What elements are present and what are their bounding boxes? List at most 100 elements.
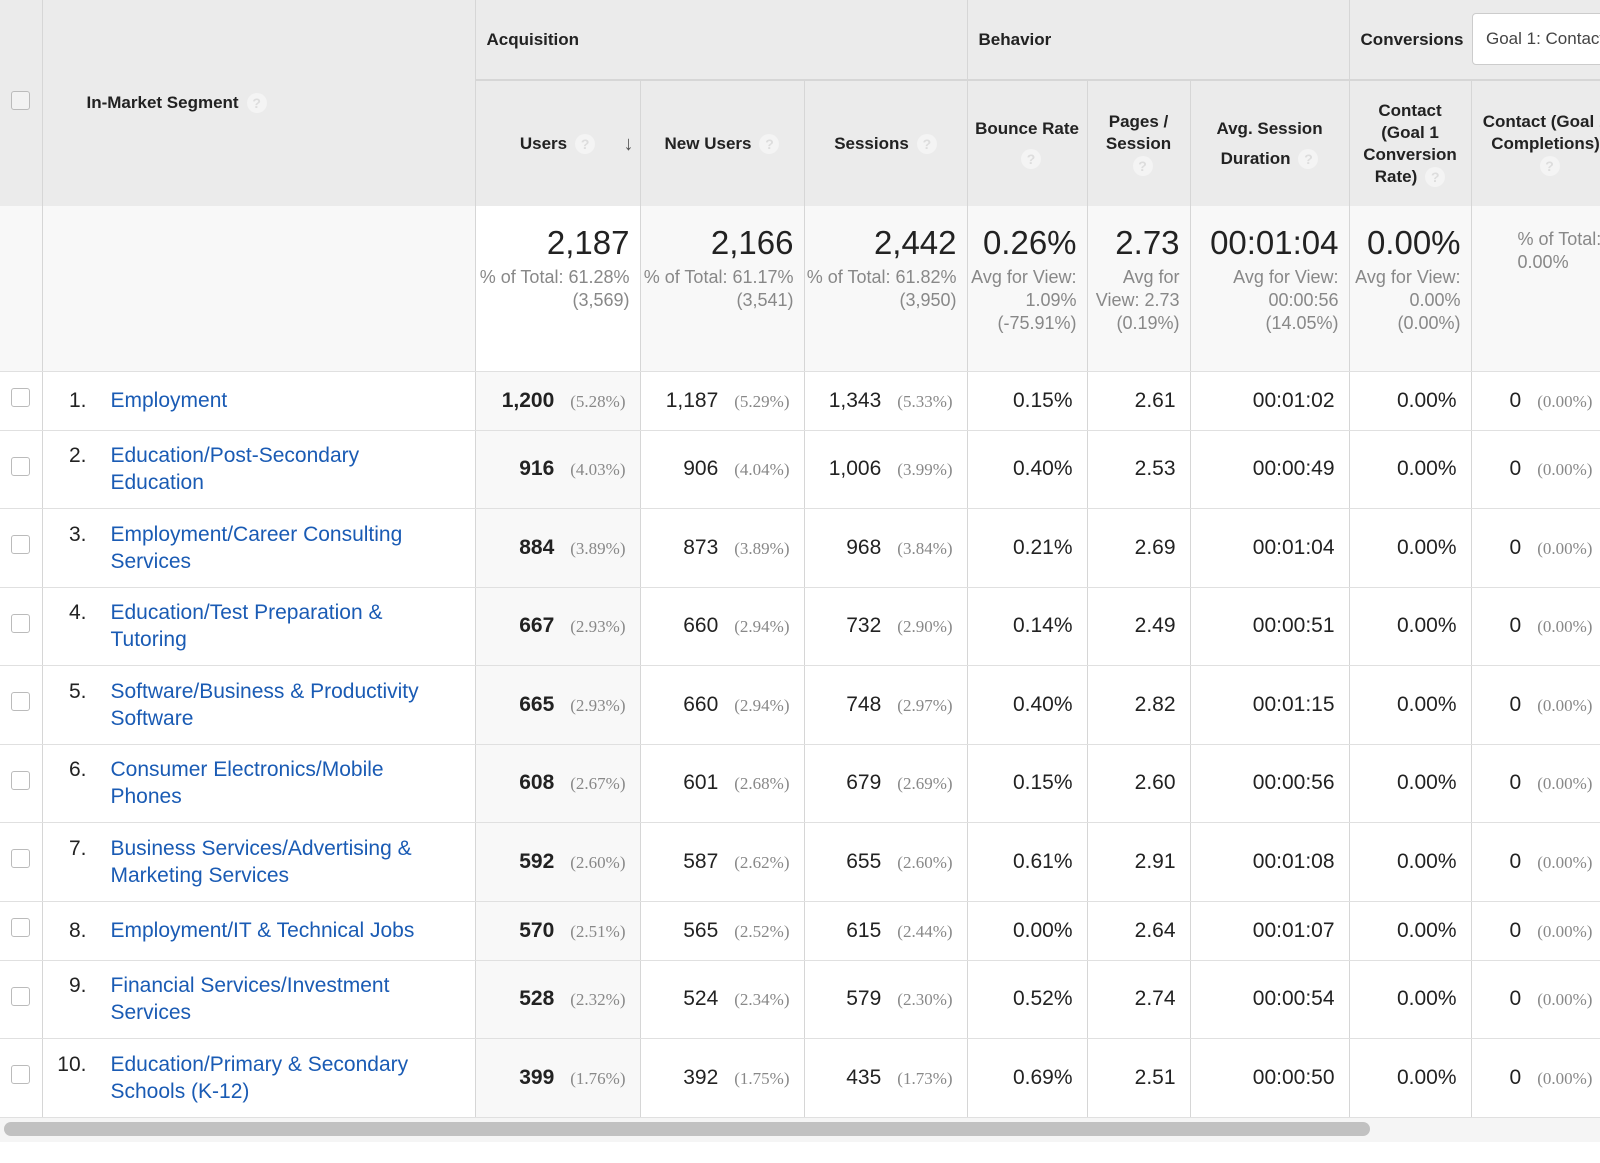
bounce-rate-value: 0.15% xyxy=(967,371,1088,431)
completions-value: 0 xyxy=(1509,457,1522,481)
report-table: In-Market Segment? Acquisition Behavior … xyxy=(0,0,1600,1118)
completions-value: 0 xyxy=(1509,388,1522,412)
row-checkbox[interactable] xyxy=(11,1065,31,1085)
total-completions: % of Total: 0.00% xyxy=(1517,229,1600,272)
segment-link[interactable]: Employment xyxy=(111,387,451,414)
col-conversion-rate[interactable]: Contact (Goal 1 Conversion Rate)? xyxy=(1349,80,1472,206)
table-row: 9. Financial Services/Investment Services… xyxy=(0,960,1600,1039)
sessions-value: 435 xyxy=(846,1065,882,1089)
row-checkbox[interactable] xyxy=(11,388,31,407)
users-value: 570 xyxy=(519,918,555,942)
scrollbar-thumb[interactable] xyxy=(4,1122,1370,1136)
pages-session-value: 2.51 xyxy=(1087,1038,1191,1118)
sessions-value: 579 xyxy=(846,987,882,1011)
goal-selector[interactable]: Goal 1: Contact xyxy=(1472,13,1600,65)
segment-link[interactable]: Software/Business & Productivity Softwar… xyxy=(111,678,451,732)
arrow-down-icon: ↓ xyxy=(623,133,634,155)
row-number: 4. xyxy=(68,601,87,625)
users-value: 665 xyxy=(519,692,555,716)
help-icon[interactable]: ? xyxy=(759,134,780,155)
col-pages-session[interactable]: Pages / Session? xyxy=(1087,80,1191,206)
row-number: 5. xyxy=(68,679,87,703)
conv-rate-value: 0.00% xyxy=(1349,430,1472,509)
duration-value: 00:01:08 xyxy=(1190,822,1350,902)
total-pages: 2.73 xyxy=(1115,224,1180,261)
sessions-value: 748 xyxy=(846,692,882,716)
col-completions[interactable]: Contact (Goal 1 Completions)? xyxy=(1471,80,1600,206)
segment-link[interactable]: Employment/IT & Technical Jobs xyxy=(111,917,451,944)
pages-session-value: 2.53 xyxy=(1087,430,1191,509)
sessions-value: 968 xyxy=(846,535,882,559)
col-bounce-rate[interactable]: Bounce Rate? xyxy=(967,80,1088,206)
completions-value: 0 xyxy=(1509,771,1522,795)
completions-value: 0 xyxy=(1509,535,1522,559)
col-users[interactable]: Users? ↓ xyxy=(475,80,641,206)
row-number: 2. xyxy=(68,444,87,468)
row-checkbox[interactable] xyxy=(11,770,31,790)
help-icon[interactable]: ? xyxy=(575,134,596,155)
pages-session-value: 2.69 xyxy=(1087,508,1191,588)
row-checkbox[interactable] xyxy=(11,456,31,476)
completions-value: 0 xyxy=(1509,849,1522,873)
new-users-value: 1,187 xyxy=(665,388,719,412)
conv-rate-value: 0.00% xyxy=(1349,508,1472,588)
sessions-value: 679 xyxy=(846,771,882,795)
table-row: 7. Business Services/Advertising & Market… xyxy=(0,822,1600,902)
new-users-value: 906 xyxy=(683,457,719,481)
horizontal-scrollbar[interactable] xyxy=(0,1118,1600,1142)
row-checkbox[interactable] xyxy=(11,986,31,1006)
help-icon[interactable]: ? xyxy=(1298,149,1319,170)
help-icon[interactable]: ? xyxy=(1132,156,1153,177)
pages-session-value: 2.64 xyxy=(1087,901,1191,961)
help-icon[interactable]: ? xyxy=(246,93,267,114)
table-row: 2. Education/Post-Secondary Education 916(… xyxy=(0,430,1600,509)
segment-link[interactable]: Education/Primary & Secondary Schools (K… xyxy=(111,1051,451,1105)
conv-rate-value: 0.00% xyxy=(1349,901,1472,961)
users-value: 1,200 xyxy=(501,388,555,412)
table-row: 10. Education/Primary & Secondary Schools… xyxy=(0,1038,1600,1118)
completions-value: 0 xyxy=(1509,987,1522,1011)
row-number: 7. xyxy=(68,836,87,860)
segment-link[interactable]: Education/Post-Secondary Education xyxy=(111,442,451,496)
segment-header[interactable]: In-Market Segment? xyxy=(42,0,476,206)
total-sessions: 2,442 xyxy=(873,224,957,261)
new-users-value: 565 xyxy=(683,918,719,942)
row-checkbox[interactable] xyxy=(11,613,31,633)
duration-value: 00:00:54 xyxy=(1190,960,1350,1039)
segment-link[interactable]: Financial Services/Investment Services xyxy=(111,972,451,1026)
col-avg-duration[interactable]: Avg. Session Duration? xyxy=(1190,80,1350,206)
col-sessions[interactable]: Sessions? xyxy=(804,80,968,206)
help-icon[interactable]: ? xyxy=(1539,156,1560,177)
segment-link[interactable]: Education/Test Preparation & Tutoring xyxy=(111,599,451,653)
segment-link[interactable]: Consumer Electronics/Mobile Phones xyxy=(111,756,451,810)
duration-value: 00:01:07 xyxy=(1190,901,1350,961)
segment-link[interactable]: Employment/Career Consulting Services xyxy=(111,521,451,575)
duration-value: 00:01:15 xyxy=(1190,665,1350,745)
help-icon[interactable]: ? xyxy=(1425,167,1446,188)
bounce-rate-value: 0.14% xyxy=(967,587,1088,666)
help-icon[interactable]: ? xyxy=(916,134,937,155)
pages-session-value: 2.74 xyxy=(1087,960,1191,1039)
bounce-rate-value: 0.15% xyxy=(967,744,1088,823)
table-row: 3. Employment/Career Consulting Services 8… xyxy=(0,508,1600,588)
col-new-users[interactable]: New Users? xyxy=(640,80,805,206)
help-icon[interactable]: ? xyxy=(1021,149,1042,170)
total-bounce: 0.26% xyxy=(982,224,1077,261)
row-checkbox[interactable] xyxy=(11,535,31,555)
segment-link[interactable]: Business Services/Advertising & Marketin… xyxy=(111,835,451,889)
sessions-value: 1,006 xyxy=(828,457,882,481)
row-checkbox[interactable] xyxy=(11,692,31,712)
total-duration: 00:01:04 xyxy=(1210,224,1339,261)
row-checkbox[interactable] xyxy=(11,849,31,869)
new-users-value: 392 xyxy=(683,1065,719,1089)
pages-session-value: 2.61 xyxy=(1087,371,1191,431)
users-value: 916 xyxy=(519,457,555,481)
bounce-rate-value: 0.00% xyxy=(967,901,1088,961)
row-checkbox[interactable] xyxy=(11,918,31,937)
conv-rate-value: 0.00% xyxy=(1349,1038,1472,1118)
select-all-checkbox[interactable] xyxy=(11,91,31,110)
duration-value: 00:00:50 xyxy=(1190,1038,1350,1118)
users-value: 608 xyxy=(519,771,555,795)
table-row: 4. Education/Test Preparation & Tutoring 6… xyxy=(0,587,1600,666)
pages-session-value: 2.60 xyxy=(1087,744,1191,823)
